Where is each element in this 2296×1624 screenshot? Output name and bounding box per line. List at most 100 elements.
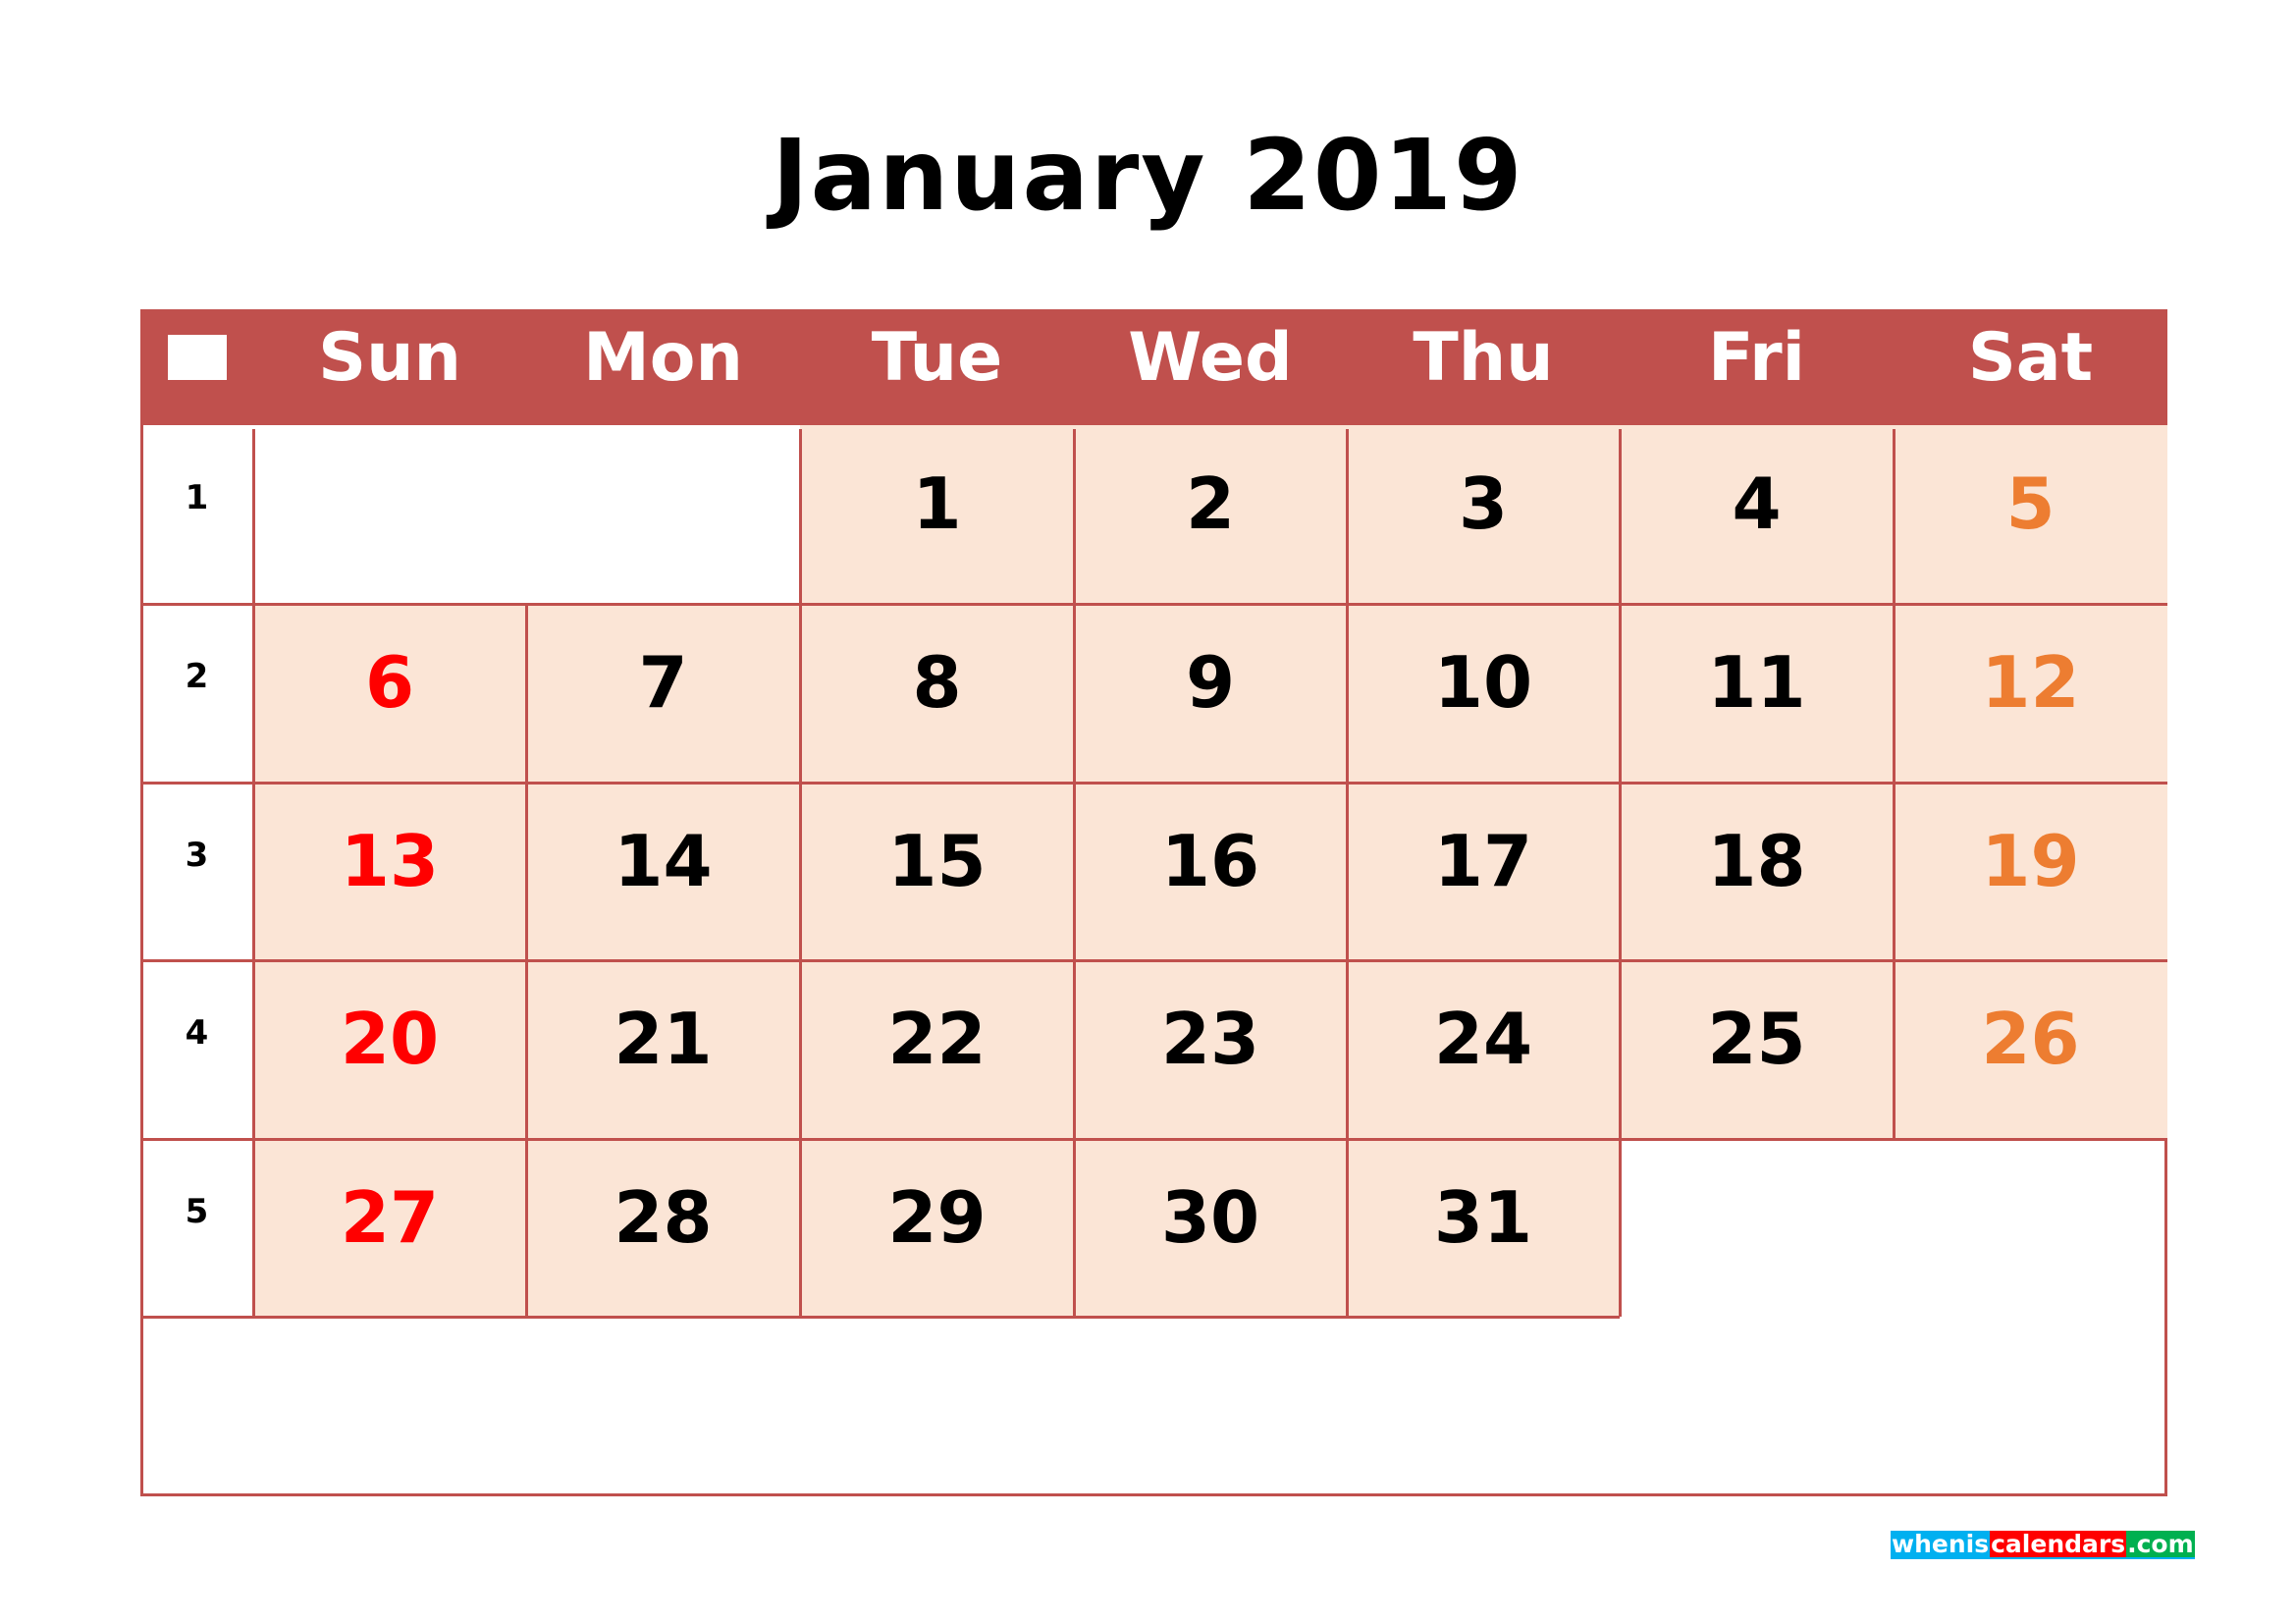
- day-number: 2: [1185, 462, 1236, 545]
- grid-line: [1619, 429, 1622, 604]
- grid-line: [525, 960, 528, 1139]
- grid-line: [1346, 429, 1349, 604]
- day-header-mon: Mon: [583, 319, 743, 397]
- day-cell[interactable]: 3: [1347, 425, 1620, 604]
- grid-line: [1346, 604, 1349, 783]
- empty-day-cell: [253, 425, 526, 604]
- grid-line: [1073, 604, 1076, 783]
- day-number: 27: [340, 1176, 440, 1259]
- day-number: 21: [614, 998, 713, 1080]
- grid-line: [1346, 783, 1349, 960]
- grid-line: [799, 783, 802, 960]
- day-cell[interactable]: 5: [1894, 425, 2167, 604]
- day-cell[interactable]: 15: [800, 783, 1074, 960]
- day-cell[interactable]: 6: [253, 604, 526, 783]
- day-cell[interactable]: 26: [1894, 960, 2167, 1139]
- grid-line: [1893, 960, 1896, 1139]
- day-number: 7: [638, 641, 688, 724]
- day-number: 31: [1433, 1176, 1533, 1259]
- day-number: 13: [340, 820, 440, 902]
- week-number: 1: [185, 478, 209, 517]
- grid-line: [1893, 429, 1896, 604]
- logo-part-calendars: calendars: [1990, 1530, 2127, 1558]
- day-header-wed: Wed: [1128, 319, 1293, 397]
- day-cell[interactable]: 30: [1074, 1139, 1347, 1317]
- day-cell[interactable]: 17: [1347, 783, 1620, 960]
- day-cell[interactable]: 23: [1074, 960, 1347, 1139]
- day-cell[interactable]: 10: [1347, 604, 1620, 783]
- day-cell[interactable]: 4: [1620, 425, 1894, 604]
- day-cell[interactable]: 22: [800, 960, 1074, 1139]
- day-number: 11: [1707, 641, 1806, 724]
- day-number: 9: [1185, 641, 1236, 724]
- grid-line: [799, 604, 802, 783]
- day-cell[interactable]: 21: [526, 960, 800, 1139]
- day-header-fri: Fri: [1708, 319, 1805, 397]
- logo-part-whenis: whenis: [1891, 1530, 1991, 1558]
- day-cell[interactable]: 25: [1620, 960, 1894, 1139]
- day-cell[interactable]: 31: [1347, 1139, 1620, 1317]
- grid-line: [1619, 604, 1622, 783]
- day-cell[interactable]: 27: [253, 1139, 526, 1317]
- week-number: 3: [185, 836, 209, 875]
- day-number: 28: [614, 1176, 713, 1259]
- day-number: 14: [614, 820, 713, 902]
- empty-day-cell: [1620, 1139, 1894, 1317]
- grid-line: [140, 782, 2167, 785]
- day-cell[interactable]: 11: [1620, 604, 1894, 783]
- week-column-marker-icon: [168, 335, 227, 380]
- day-number: 12: [1981, 641, 2080, 724]
- logo-part-com: .com: [2126, 1530, 2195, 1558]
- week-number: 4: [185, 1013, 209, 1053]
- day-cell[interactable]: 7: [526, 604, 800, 783]
- day-header-sun: Sun: [318, 319, 461, 397]
- day-cell[interactable]: 19: [1894, 783, 2167, 960]
- grid-line: [1619, 960, 1622, 1139]
- day-cell[interactable]: 29: [800, 1139, 1074, 1317]
- day-cell[interactable]: 2: [1074, 425, 1347, 604]
- day-number: 5: [2005, 462, 2056, 545]
- day-cell[interactable]: 1: [800, 425, 1074, 604]
- day-header-sat: Sat: [1967, 319, 2094, 397]
- weekday-header: Sun Mon Tue Wed Thu Fri Sat: [140, 309, 2167, 425]
- week-number: 5: [185, 1192, 209, 1231]
- day-cell[interactable]: 16: [1074, 783, 1347, 960]
- day-header-tue: Tue: [871, 319, 1003, 397]
- grid-line: [1346, 1139, 1349, 1317]
- grid-line: [140, 1138, 2167, 1141]
- day-cell[interactable]: 8: [800, 604, 1074, 783]
- day-number: 19: [1981, 820, 2080, 902]
- grid-line: [799, 960, 802, 1139]
- day-cell[interactable]: 9: [1074, 604, 1347, 783]
- day-cell[interactable]: 18: [1620, 783, 1894, 960]
- day-number: 29: [887, 1176, 987, 1259]
- day-cell[interactable]: 24: [1347, 960, 1620, 1139]
- day-number: 3: [1458, 462, 1509, 545]
- grid-line: [525, 783, 528, 960]
- day-number: 25: [1707, 998, 1806, 1080]
- day-number: 22: [887, 998, 987, 1080]
- day-cell[interactable]: 28: [526, 1139, 800, 1317]
- day-number: 18: [1707, 820, 1806, 902]
- day-number: 20: [340, 998, 440, 1080]
- grid-line: [1893, 783, 1896, 960]
- empty-day-cell: [526, 425, 800, 604]
- site-logo[interactable]: whenis calendars .com: [1891, 1531, 2195, 1559]
- day-number: 30: [1160, 1176, 1260, 1259]
- day-cell[interactable]: 13: [253, 783, 526, 960]
- day-number: 16: [1160, 820, 1260, 902]
- calendar-title: January 2019: [772, 118, 1524, 233]
- day-cell[interactable]: 14: [526, 783, 800, 960]
- day-header-thu: Thu: [1413, 319, 1554, 397]
- day-cell[interactable]: 12: [1894, 604, 2167, 783]
- grid-line: [140, 1316, 1620, 1319]
- day-number: 4: [1732, 462, 1782, 545]
- grid-line: [1073, 429, 1076, 604]
- day-cell[interactable]: 20: [253, 960, 526, 1139]
- grid-line: [1619, 783, 1622, 960]
- day-number: 24: [1433, 998, 1533, 1080]
- empty-day-cell: [1894, 1139, 2167, 1317]
- grid-line: [799, 429, 802, 604]
- grid-line: [1073, 783, 1076, 960]
- day-number: 17: [1433, 820, 1533, 902]
